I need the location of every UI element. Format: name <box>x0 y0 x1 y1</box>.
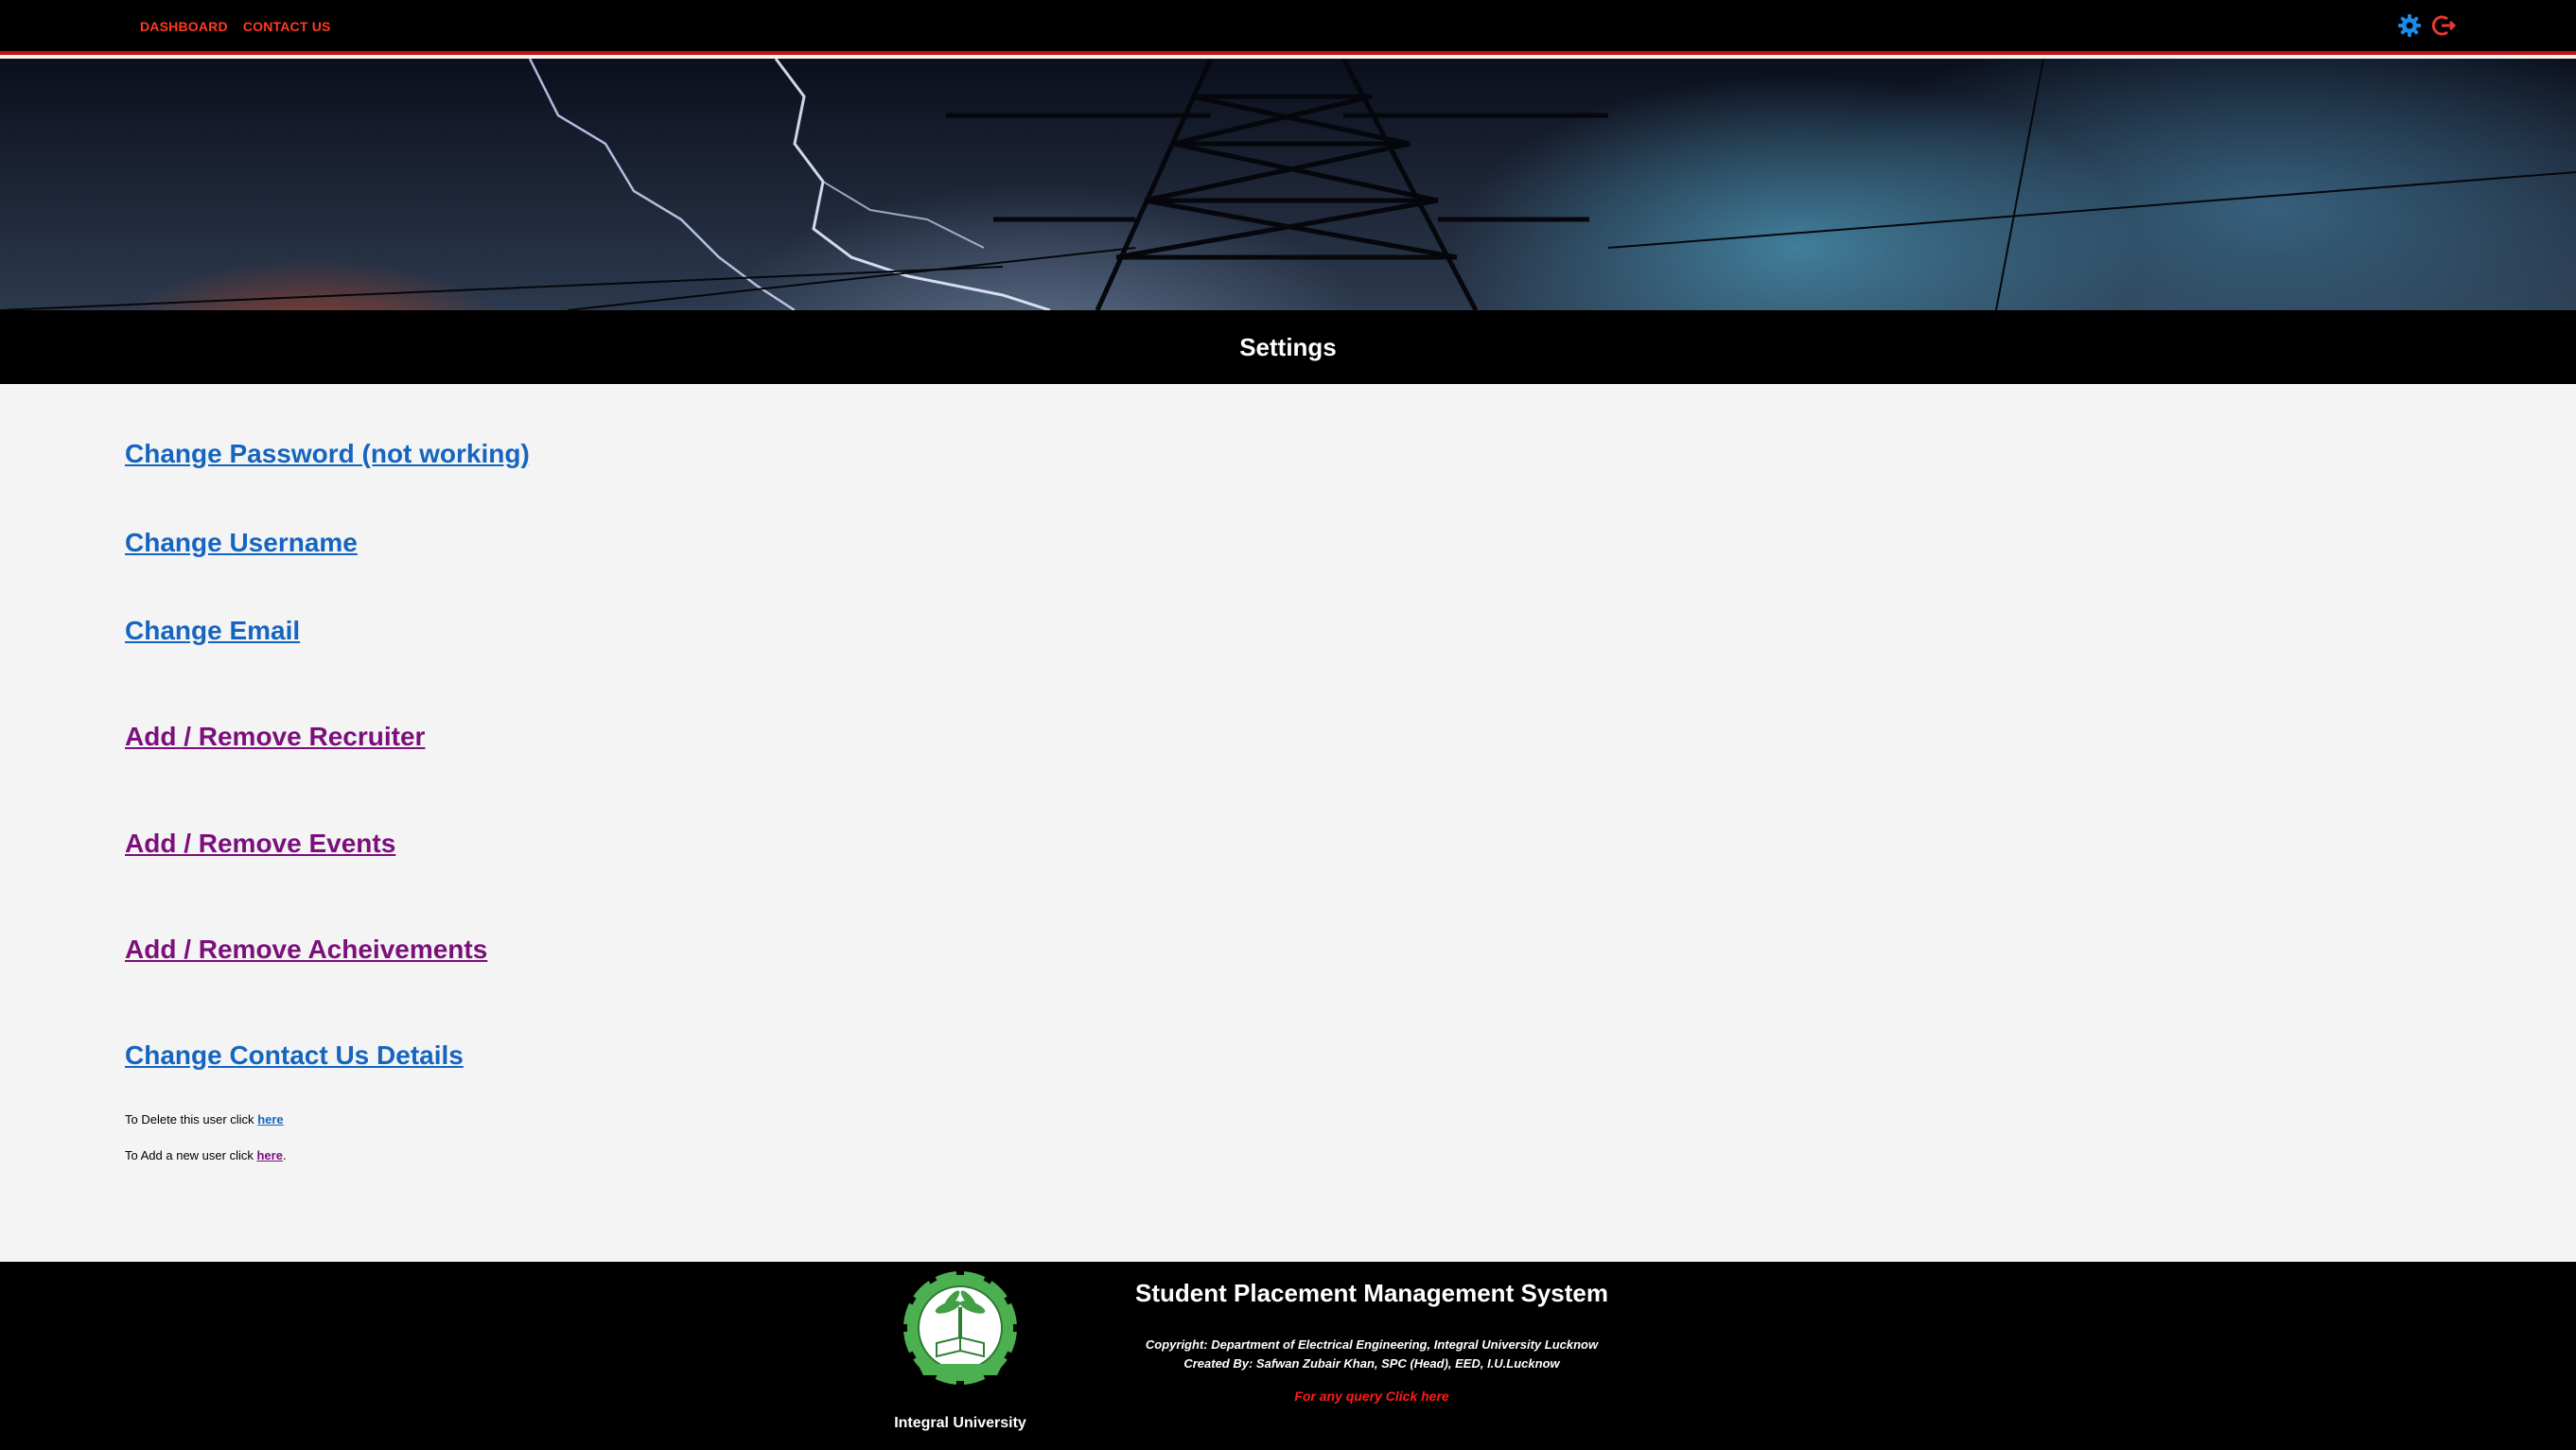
top-icons <box>2397 13 2457 38</box>
footer: Integral University Student Placement Ma… <box>0 1262 2576 1450</box>
university-name: Integral University <box>894 1415 1026 1431</box>
header-banner-image <box>0 59 2576 310</box>
copyright-text: Copyright: Department of Electrical Engi… <box>1088 1336 1656 1373</box>
add-user-link[interactable]: here <box>256 1148 282 1162</box>
delete-user-text: To Delete this user click <box>125 1112 254 1127</box>
copyright-line: Copyright: Department of Electrical Engi… <box>1145 1337 1599 1352</box>
top-nav-links: DASHBOARD CONTACT US <box>140 19 331 34</box>
university-logo <box>899 1269 1022 1392</box>
change-email-link[interactable]: Change Email <box>125 616 300 646</box>
gear-icon[interactable] <box>2397 13 2422 38</box>
top-navbar: DASHBOARD CONTACT US <box>0 0 2576 55</box>
add-remove-achievements-link[interactable]: Add / Remove Acheivements <box>125 935 487 965</box>
system-title: Student Placement Management System <box>1135 1279 1608 1307</box>
change-password-link[interactable]: Change Password (not working) <box>125 439 530 469</box>
logout-icon[interactable] <box>2431 13 2457 38</box>
add-remove-events-link[interactable]: Add / Remove Events <box>125 829 395 859</box>
add-user-line: To Add a new user click here. <box>125 1148 287 1162</box>
page-title: Settings <box>1239 332 1337 361</box>
query-link[interactable]: For any query Click here <box>1088 1389 1656 1404</box>
add-user-suffix: . <box>282 1148 287 1162</box>
add-remove-recruiter-link[interactable]: Add / Remove Recruiter <box>125 722 425 752</box>
delete-user-link[interactable]: here <box>257 1112 283 1127</box>
add-user-text: To Add a new user click <box>125 1148 254 1162</box>
power-tower-illustration <box>0 59 2576 310</box>
created-by-line: Created By: Safwan Zubair Khan, SPC (Hea… <box>1183 1356 1560 1371</box>
change-contact-details-link[interactable]: Change Contact Us Details <box>125 1040 464 1071</box>
nav-dashboard-link[interactable]: DASHBOARD <box>140 19 228 34</box>
settings-list: Change Password (not working) Change Use… <box>125 384 2395 1262</box>
change-username-link[interactable]: Change Username <box>125 528 358 558</box>
nav-contact-link[interactable]: CONTACT US <box>243 19 331 34</box>
delete-user-line: To Delete this user click here <box>125 1112 284 1127</box>
page-title-bar: Settings <box>0 310 2576 384</box>
